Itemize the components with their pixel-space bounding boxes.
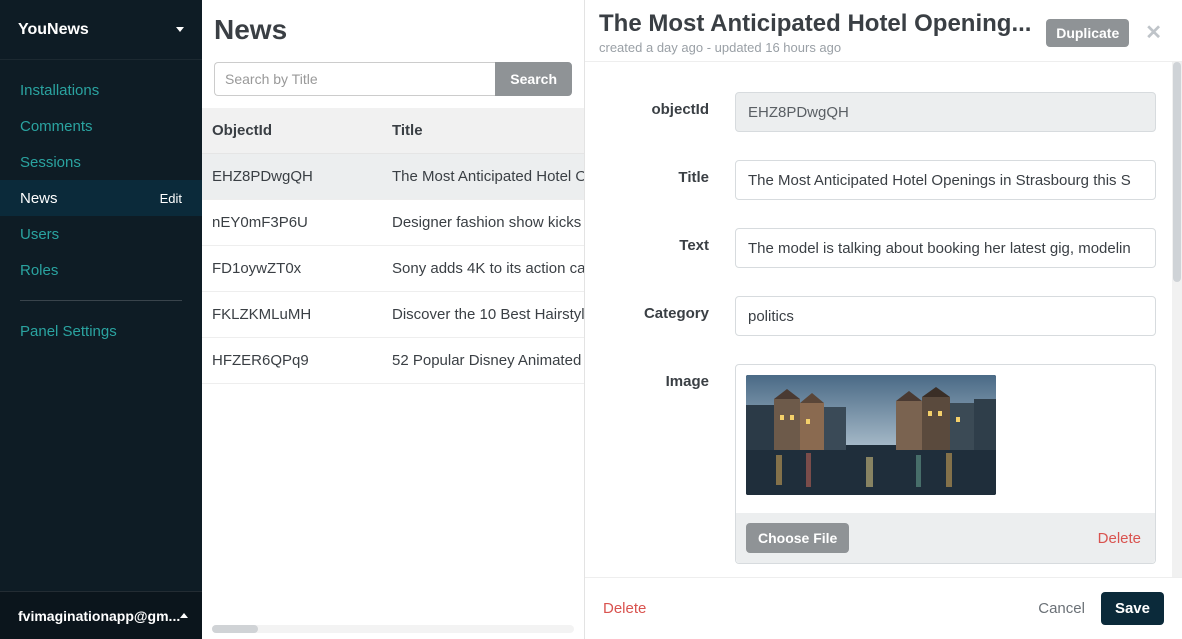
detail-body-wrap: objectId Title Text Category [585, 62, 1182, 577]
vertical-scrollbar-track[interactable] [1172, 62, 1182, 577]
search-input[interactable] [214, 62, 495, 96]
horizontal-scrollbar-track[interactable] [212, 625, 574, 633]
table-row[interactable]: nEY0mF3P6U Designer fashion show kicks o… [202, 200, 584, 246]
cancel-button[interactable]: Cancel [1038, 600, 1085, 617]
sidebar-item-label: Panel Settings [20, 323, 117, 340]
sidebar-item-panel-settings[interactable]: Panel Settings [0, 313, 202, 349]
detail-footer: Delete Cancel Save [585, 577, 1182, 639]
image-footer: Choose File Delete [736, 513, 1155, 563]
sidebar-item-users[interactable]: Users [0, 216, 202, 252]
user-email: fvimaginationapp@gm... [18, 608, 180, 624]
table-row[interactable]: FKLZKMLuMH Discover the 10 Best Hairstyl… [202, 292, 584, 338]
chevron-up-icon [180, 613, 188, 618]
field-text: Text [601, 228, 1156, 268]
sidebar: YouNews Installations Comments Sessions … [0, 0, 202, 639]
sidebar-item-sessions[interactable]: Sessions [0, 144, 202, 180]
search-row: Search [202, 52, 584, 108]
sidebar-item-label: Sessions [20, 154, 81, 171]
search-button[interactable]: Search [495, 62, 572, 96]
app-switcher[interactable]: YouNews [0, 0, 202, 60]
sidebar-item-label: Users [20, 226, 59, 243]
user-menu[interactable]: fvimaginationapp@gm... [0, 591, 202, 639]
column-header-title[interactable]: Title [382, 108, 584, 154]
sidebar-divider [20, 300, 182, 301]
detail-subtitle: created a day ago - updated 16 hours ago [599, 40, 1036, 55]
table-row[interactable]: FD1oywZT0x Sony adds 4K to its action ca… [202, 246, 584, 292]
sidebar-item-label: Comments [20, 118, 93, 135]
label-title: Title [601, 160, 735, 186]
app-name: YouNews [18, 21, 89, 39]
label-image: Image [601, 364, 735, 390]
sidebar-nav: Installations Comments Sessions News Edi… [0, 60, 202, 591]
label-category: Category [601, 296, 735, 322]
detail-header-titles: The Most Anticipated Hotel Opening... cr… [599, 10, 1036, 55]
sidebar-item-edit[interactable]: Edit [160, 191, 182, 206]
sidebar-item-label: News [20, 190, 58, 207]
detail-header: The Most Anticipated Hotel Opening... cr… [585, 0, 1182, 62]
input-title[interactable] [735, 160, 1156, 200]
input-objectid [735, 92, 1156, 132]
list-panel: News Search ObjectId Title EHZ8PDwgQH Th… [202, 0, 585, 639]
detail-panel: The Most Anticipated Hotel Opening... cr… [585, 0, 1182, 639]
save-button[interactable]: Save [1101, 592, 1164, 625]
sidebar-item-comments[interactable]: Comments [0, 108, 202, 144]
sidebar-item-label: Installations [20, 82, 99, 99]
image-placeholder-icon [746, 375, 996, 495]
field-title: Title [601, 160, 1156, 200]
cell-objectid: FD1oywZT0x [202, 246, 382, 292]
sidebar-item-label: Roles [20, 262, 58, 279]
close-icon[interactable]: ✕ [1139, 16, 1168, 49]
cell-title: Sony adds 4K to its action cam lineup [382, 246, 584, 292]
column-header-objectid[interactable]: ObjectId [202, 108, 382, 154]
choose-file-button[interactable]: Choose File [746, 523, 849, 553]
label-objectid: objectId [601, 92, 735, 118]
input-text[interactable] [735, 228, 1156, 268]
table-row[interactable]: EHZ8PDwgQH The Most Anticipated Hotel Op… [202, 154, 584, 200]
list-title: News [214, 14, 572, 46]
field-category: Category [601, 296, 1156, 336]
image-preview[interactable] [746, 375, 996, 495]
input-category[interactable] [735, 296, 1156, 336]
list-table: ObjectId Title EHZ8PDwgQH The Most Antic… [202, 108, 584, 384]
chevron-down-icon [176, 27, 184, 32]
cell-objectid: nEY0mF3P6U [202, 200, 382, 246]
duplicate-button[interactable]: Duplicate [1046, 19, 1129, 47]
delete-record-button[interactable]: Delete [603, 600, 646, 617]
list-table-wrap: ObjectId Title EHZ8PDwgQH The Most Antic… [202, 108, 584, 639]
detail-body: objectId Title Text Category [585, 62, 1172, 577]
horizontal-scrollbar-thumb[interactable] [212, 625, 258, 633]
sidebar-item-installations[interactable]: Installations [0, 72, 202, 108]
field-objectid: objectId [601, 92, 1156, 132]
cell-title: The Most Anticipated Hotel Openings in S… [382, 154, 584, 200]
cell-objectid: FKLZKMLuMH [202, 292, 382, 338]
detail-title: The Most Anticipated Hotel Opening... [599, 10, 1036, 38]
vertical-scrollbar-thumb[interactable] [1173, 62, 1181, 282]
label-text: Text [601, 228, 735, 254]
cell-objectid: EHZ8PDwgQH [202, 154, 382, 200]
cell-title: Designer fashion show kicks off [382, 200, 584, 246]
table-row[interactable]: HFZER6QPq9 52 Popular Disney Animated [202, 338, 584, 384]
field-image: Image [601, 364, 1156, 564]
image-delete-button[interactable]: Delete [1094, 524, 1145, 553]
sidebar-item-roles[interactable]: Roles [0, 252, 202, 288]
image-upload-box: Choose File Delete [735, 364, 1156, 564]
list-header: News [202, 0, 584, 52]
cell-title: 52 Popular Disney Animated [382, 338, 584, 384]
sidebar-item-news[interactable]: News Edit [0, 180, 202, 216]
cell-objectid: HFZER6QPq9 [202, 338, 382, 384]
cell-title: Discover the 10 Best Hairstyles [382, 292, 584, 338]
